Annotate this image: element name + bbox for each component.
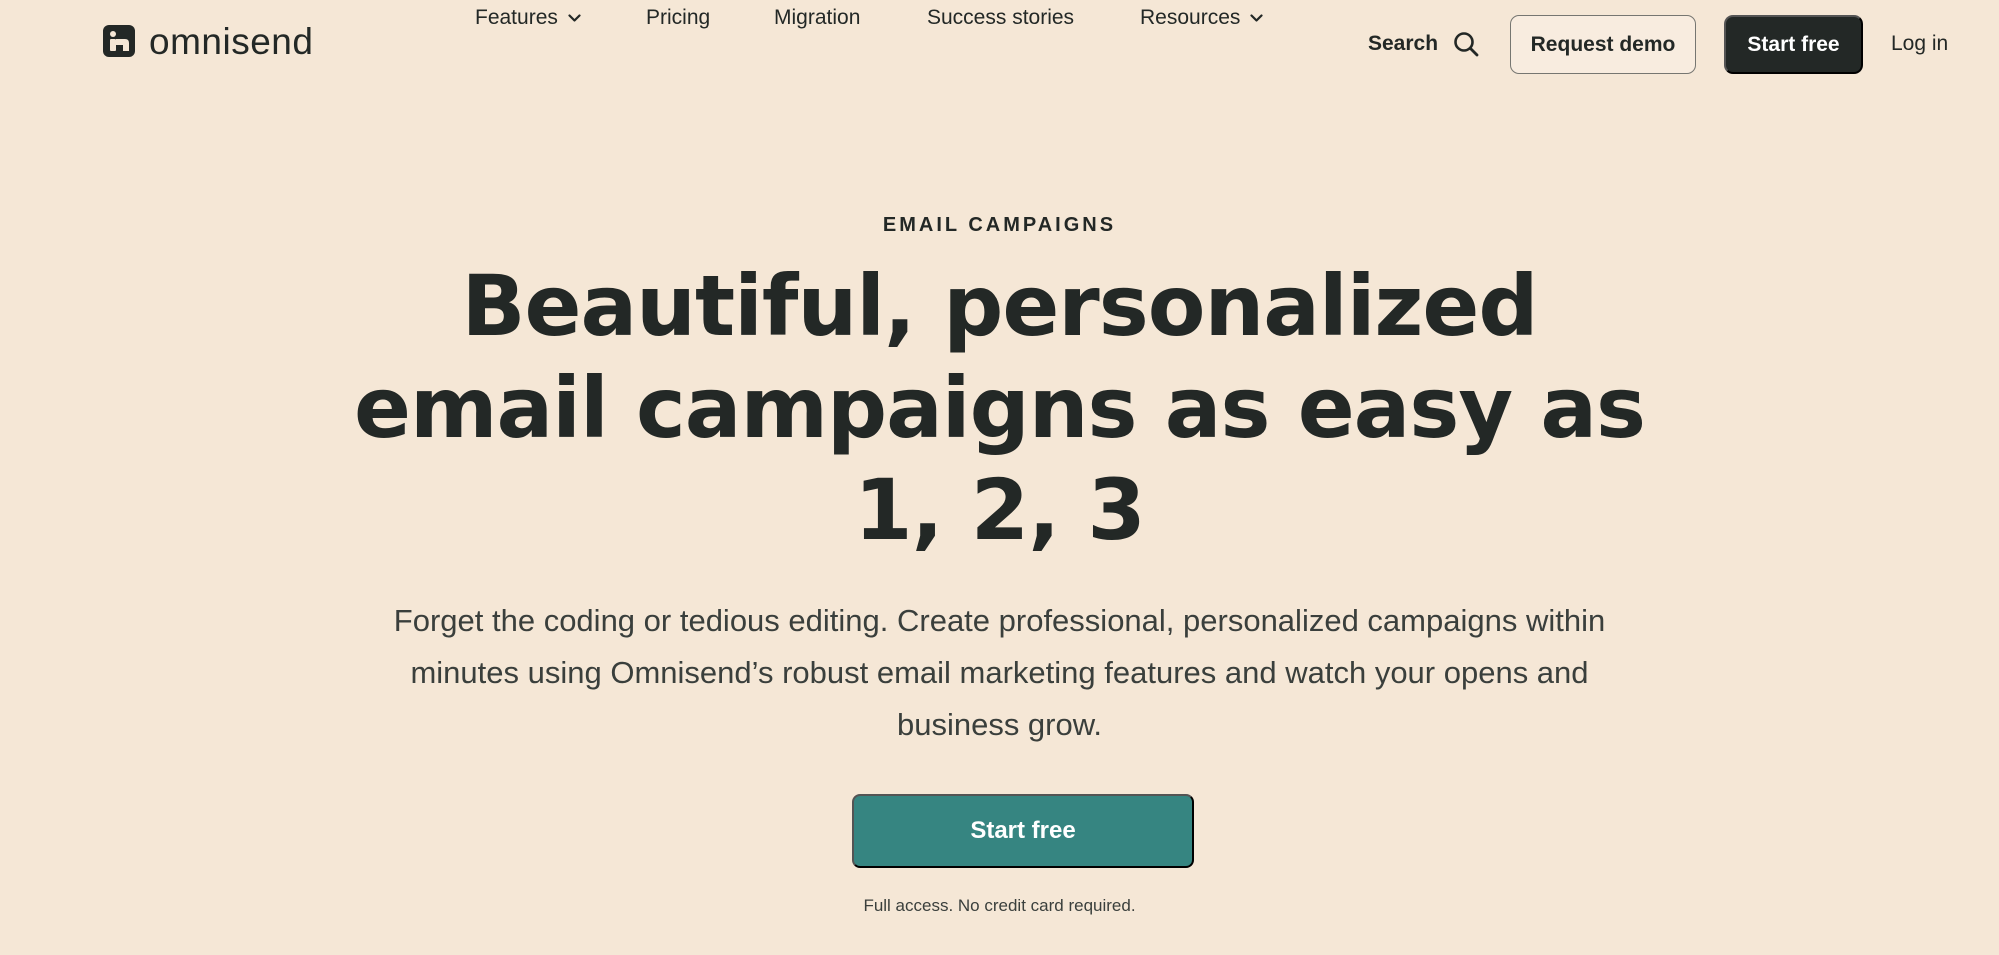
nav-migration-label: Migration: [774, 6, 861, 29]
nav-resources[interactable]: Resources: [1140, 0, 1263, 36]
hero-headline-line: email campaigns as easy as: [353, 359, 1646, 457]
search-button[interactable]: Search: [1368, 26, 1480, 62]
site-header: omnisend Features Pricing Migration Succ…: [0, 0, 1999, 90]
omnisend-logo-icon: [103, 25, 135, 57]
hero-headline-line: 1, 2, 3: [854, 461, 1146, 559]
request-demo-button[interactable]: Request demo: [1510, 15, 1696, 74]
login-link[interactable]: Log in: [1891, 26, 1948, 62]
chevron-down-icon: [568, 13, 581, 22]
hero-headline-line: Beautiful, personalized: [461, 257, 1538, 355]
hero-subcopy: Forget the coding or tedious editing. Cr…: [380, 595, 1619, 751]
hero-start-free-button[interactable]: Start free: [852, 794, 1194, 868]
hero-eyebrow: EMAIL CAMPAIGNS: [882, 214, 1117, 236]
nav-resources-label: Resources: [1140, 6, 1241, 29]
nav-pricing[interactable]: Pricing: [646, 0, 710, 36]
hero-subcopy-line: business grow.: [896, 707, 1103, 742]
nav-success-stories-label: Success stories: [927, 6, 1075, 29]
hero-headline: Beautiful, personalized email campaigns …: [250, 255, 1749, 561]
nav-migration[interactable]: Migration: [774, 0, 860, 36]
hero-subcopy-line: minutes using Omnisend’s robust email ma…: [410, 655, 1589, 690]
nav-features-label: Features: [475, 6, 558, 29]
nav-pricing-label: Pricing: [646, 6, 711, 29]
hero-subcopy-line: Forget the coding or tedious editing. Cr…: [393, 603, 1606, 638]
logo-text: omnisend: [149, 20, 314, 62]
chevron-down-icon: [1250, 13, 1263, 22]
nav-success-stories[interactable]: Success stories: [927, 0, 1074, 36]
search-label: Search: [1368, 32, 1439, 55]
search-icon: [1454, 32, 1479, 57]
header-start-free-button[interactable]: Start free: [1724, 15, 1863, 74]
nav-features[interactable]: Features: [475, 0, 581, 36]
hero-cta-note: Full access. No credit card required.: [863, 896, 1136, 915]
omnisend-logo[interactable]: omnisend: [103, 22, 313, 60]
